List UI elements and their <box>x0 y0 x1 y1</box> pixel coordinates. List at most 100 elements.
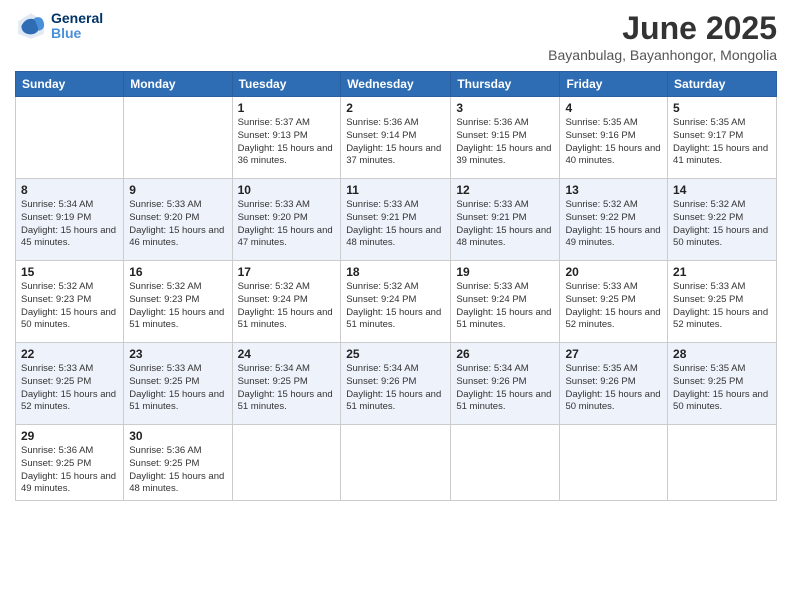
calendar-cell: 8 Sunrise: 5:34 AMSunset: 9:19 PMDaylight… <box>16 179 124 261</box>
calendar-cell: 12 Sunrise: 5:33 AMSunset: 9:21 PMDayligh… <box>451 179 560 261</box>
day-number: 30 <box>129 429 226 443</box>
day-info: Sunrise: 5:36 AMSunset: 9:25 PMDaylight:… <box>129 445 226 496</box>
col-header-tuesday: Tuesday <box>232 72 341 97</box>
calendar-cell <box>16 97 124 179</box>
day-number: 26 <box>456 347 554 361</box>
day-number: 2 <box>346 101 445 115</box>
day-info: Sunrise: 5:32 AMSunset: 9:24 PMDaylight:… <box>238 281 336 332</box>
day-info: Sunrise: 5:33 AMSunset: 9:25 PMDaylight:… <box>129 363 226 414</box>
calendar-cell <box>451 425 560 501</box>
day-number: 20 <box>565 265 662 279</box>
logo-line1: General <box>51 11 103 26</box>
day-info: Sunrise: 5:35 AMSunset: 9:17 PMDaylight:… <box>673 117 771 168</box>
col-header-sunday: Sunday <box>16 72 124 97</box>
day-number: 9 <box>129 183 226 197</box>
col-header-friday: Friday <box>560 72 668 97</box>
day-info: Sunrise: 5:36 AMSunset: 9:25 PMDaylight:… <box>21 445 118 496</box>
day-number: 15 <box>21 265 118 279</box>
day-number: 11 <box>346 183 445 197</box>
day-info: Sunrise: 5:33 AMSunset: 9:25 PMDaylight:… <box>21 363 118 414</box>
day-number: 22 <box>21 347 118 361</box>
day-number: 5 <box>673 101 771 115</box>
day-info: Sunrise: 5:34 AMSunset: 9:19 PMDaylight:… <box>21 199 118 250</box>
calendar-cell: 24Sunrise: 5:34 AMSunset: 9:25 PMDayligh… <box>232 343 341 425</box>
calendar-header-row: SundayMondayTuesdayWednesdayThursdayFrid… <box>16 72 777 97</box>
calendar-cell: 14 Sunrise: 5:32 AMSunset: 9:22 PMDayligh… <box>668 179 777 261</box>
logo-icon <box>15 10 47 42</box>
calendar-cell: 16Sunrise: 5:32 AMSunset: 9:23 PMDayligh… <box>124 261 232 343</box>
calendar: SundayMondayTuesdayWednesdayThursdayFrid… <box>15 71 777 501</box>
day-info: Sunrise: 5:35 AMSunset: 9:16 PMDaylight:… <box>565 117 662 168</box>
day-number: 12 <box>456 183 554 197</box>
day-info: Sunrise: 5:36 AMSunset: 9:14 PMDaylight:… <box>346 117 445 168</box>
logo: General Blue <box>15 10 103 42</box>
day-number: 28 <box>673 347 771 361</box>
logo-text: General Blue <box>51 11 103 42</box>
calendar-cell: 18 Sunrise: 5:32 AMSunset: 9:24 PMDayligh… <box>341 261 451 343</box>
calendar-cell: 28 Sunrise: 5:35 AMSunset: 9:25 PMDayligh… <box>668 343 777 425</box>
day-number: 25 <box>346 347 445 361</box>
calendar-cell: 1 Sunrise: 5:37 AMSunset: 9:13 PMDaylight… <box>232 97 341 179</box>
calendar-cell <box>560 425 668 501</box>
day-number: 3 <box>456 101 554 115</box>
day-info: Sunrise: 5:32 AMSunset: 9:24 PMDaylight:… <box>346 281 445 332</box>
day-info: Sunrise: 5:33 AMSunset: 9:20 PMDaylight:… <box>129 199 226 250</box>
day-info: Sunrise: 5:33 AMSunset: 9:21 PMDaylight:… <box>346 199 445 250</box>
day-number: 4 <box>565 101 662 115</box>
header: General Blue June 2025 Bayanbulag, Bayan… <box>15 10 777 63</box>
page: General Blue June 2025 Bayanbulag, Bayan… <box>0 0 792 612</box>
col-header-saturday: Saturday <box>668 72 777 97</box>
calendar-cell: 22 Sunrise: 5:33 AMSunset: 9:25 PMDayligh… <box>16 343 124 425</box>
calendar-cell: 29 Sunrise: 5:36 AMSunset: 9:25 PMDayligh… <box>16 425 124 501</box>
day-info: Sunrise: 5:33 AMSunset: 9:25 PMDaylight:… <box>565 281 662 332</box>
day-number: 13 <box>565 183 662 197</box>
calendar-cell <box>341 425 451 501</box>
day-number: 16 <box>129 265 226 279</box>
col-header-wednesday: Wednesday <box>341 72 451 97</box>
day-number: 29 <box>21 429 118 443</box>
day-number: 27 <box>565 347 662 361</box>
day-info: Sunrise: 5:35 AMSunset: 9:25 PMDaylight:… <box>673 363 771 414</box>
day-info: Sunrise: 5:35 AMSunset: 9:26 PMDaylight:… <box>565 363 662 414</box>
calendar-cell: 20 Sunrise: 5:33 AMSunset: 9:25 PMDayligh… <box>560 261 668 343</box>
calendar-week-row: 29 Sunrise: 5:36 AMSunset: 9:25 PMDayligh… <box>16 425 777 501</box>
day-info: Sunrise: 5:33 AMSunset: 9:24 PMDaylight:… <box>456 281 554 332</box>
day-number: 18 <box>346 265 445 279</box>
day-number: 10 <box>238 183 336 197</box>
day-info: Sunrise: 5:32 AMSunset: 9:22 PMDaylight:… <box>673 199 771 250</box>
calendar-cell: 10 Sunrise: 5:33 AMSunset: 9:20 PMDayligh… <box>232 179 341 261</box>
day-info: Sunrise: 5:33 AMSunset: 9:20 PMDaylight:… <box>238 199 336 250</box>
col-header-thursday: Thursday <box>451 72 560 97</box>
title-block: June 2025 Bayanbulag, Bayanhongor, Mongo… <box>548 10 777 63</box>
title-location: Bayanbulag, Bayanhongor, Mongolia <box>548 47 777 63</box>
col-header-monday: Monday <box>124 72 232 97</box>
day-number: 8 <box>21 183 118 197</box>
day-info: Sunrise: 5:34 AMSunset: 9:26 PMDaylight:… <box>456 363 554 414</box>
calendar-week-row: 8 Sunrise: 5:34 AMSunset: 9:19 PMDaylight… <box>16 179 777 261</box>
calendar-cell: 30 Sunrise: 5:36 AMSunset: 9:25 PMDayligh… <box>124 425 232 501</box>
calendar-cell: 25Sunrise: 5:34 AMSunset: 9:26 PMDayligh… <box>341 343 451 425</box>
calendar-cell: 15 Sunrise: 5:32 AMSunset: 9:23 PMDayligh… <box>16 261 124 343</box>
day-info: Sunrise: 5:36 AMSunset: 9:15 PMDaylight:… <box>456 117 554 168</box>
calendar-cell: 4 Sunrise: 5:35 AMSunset: 9:16 PMDaylight… <box>560 97 668 179</box>
day-number: 1 <box>238 101 336 115</box>
calendar-cell: 26 Sunrise: 5:34 AMSunset: 9:26 PMDayligh… <box>451 343 560 425</box>
calendar-week-row: 22 Sunrise: 5:33 AMSunset: 9:25 PMDayligh… <box>16 343 777 425</box>
calendar-cell: 3 Sunrise: 5:36 AMSunset: 9:15 PMDaylight… <box>451 97 560 179</box>
calendar-cell: 5 Sunrise: 5:35 AMSunset: 9:17 PMDaylight… <box>668 97 777 179</box>
calendar-cell: 2 Sunrise: 5:36 AMSunset: 9:14 PMDaylight… <box>341 97 451 179</box>
day-info: Sunrise: 5:33 AMSunset: 9:21 PMDaylight:… <box>456 199 554 250</box>
calendar-cell: 23Sunrise: 5:33 AMSunset: 9:25 PMDayligh… <box>124 343 232 425</box>
calendar-week-row: 1 Sunrise: 5:37 AMSunset: 9:13 PMDaylight… <box>16 97 777 179</box>
day-info: Sunrise: 5:32 AMSunset: 9:23 PMDaylight:… <box>21 281 118 332</box>
day-number: 19 <box>456 265 554 279</box>
day-number: 21 <box>673 265 771 279</box>
title-month: June 2025 <box>548 10 777 47</box>
day-info: Sunrise: 5:32 AMSunset: 9:22 PMDaylight:… <box>565 199 662 250</box>
calendar-cell: 9 Sunrise: 5:33 AMSunset: 9:20 PMDaylight… <box>124 179 232 261</box>
day-info: Sunrise: 5:37 AMSunset: 9:13 PMDaylight:… <box>238 117 336 168</box>
calendar-cell <box>668 425 777 501</box>
day-number: 14 <box>673 183 771 197</box>
calendar-cell: 13 Sunrise: 5:32 AMSunset: 9:22 PMDayligh… <box>560 179 668 261</box>
calendar-cell: 17Sunrise: 5:32 AMSunset: 9:24 PMDayligh… <box>232 261 341 343</box>
